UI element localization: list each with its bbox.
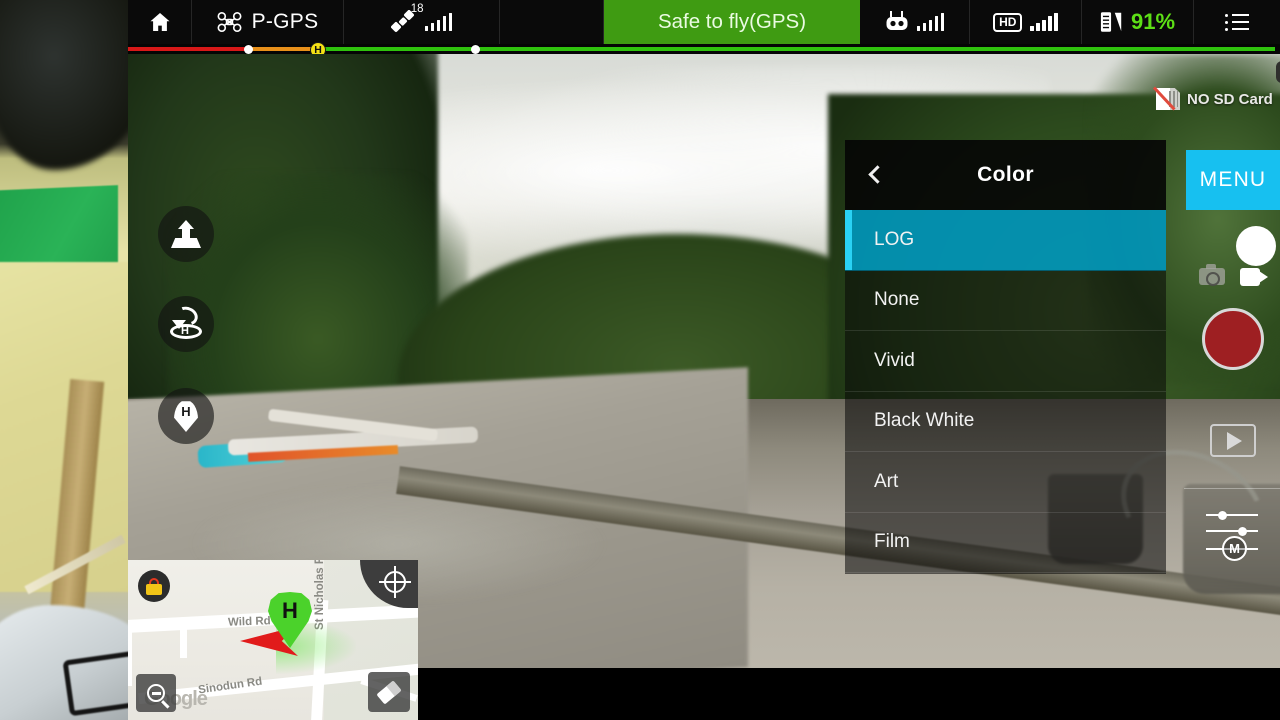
remote-signal[interactable] [860, 0, 970, 44]
color-option-label: Black White [874, 410, 975, 432]
gps-status[interactable]: 18 [344, 0, 500, 44]
return-to-home-icon: H [169, 303, 203, 339]
color-option-label: Vivid [874, 349, 915, 371]
no-sd-card-label: NO SD Card [1187, 90, 1273, 108]
color-option-film[interactable]: Film [845, 513, 1166, 573]
satellite-group: 18 [390, 3, 424, 34]
rail-divider [1184, 488, 1280, 489]
strip-segment-critical [128, 47, 245, 51]
slider-knob-1 [1218, 510, 1227, 520]
color-option-black-white[interactable]: Black White [845, 392, 1166, 452]
mini-map[interactable]: Wild Rd Sinodun Rd St Nicholas Rd H Goog… [128, 560, 418, 720]
photo-video-toggle[interactable] [1186, 226, 1280, 288]
color-option-vivid[interactable]: Vivid [845, 331, 1166, 392]
flight-status-text: Safe to fly(GPS) [657, 10, 807, 33]
home-point-button[interactable]: H [158, 388, 214, 444]
color-option-label: None [874, 289, 920, 311]
slider-track-2 [1206, 530, 1258, 532]
battery-icon [1100, 12, 1122, 32]
record-button[interactable] [1202, 308, 1264, 370]
topbar-spacer [500, 0, 604, 44]
home-button[interactable] [128, 0, 192, 44]
color-panel-back-button[interactable] [855, 152, 899, 196]
eraser-icon [376, 679, 402, 705]
home-icon [150, 13, 169, 31]
home-pin-label: H [181, 404, 191, 419]
remote-controller-icon [886, 11, 908, 30]
map-road [128, 626, 132, 686]
slider-knob-2 [1238, 526, 1247, 536]
crosshair-target-icon [379, 566, 411, 598]
map-home-marker: H [268, 592, 312, 648]
map-lock-button[interactable] [138, 570, 170, 602]
color-option-label: Art [874, 470, 899, 492]
camera-settings-button[interactable]: M [1204, 508, 1264, 564]
sd-card-slash-icon [1152, 86, 1180, 111]
playback-button[interactable] [1210, 424, 1256, 457]
flight-status-banner[interactable]: Safe to fly(GPS) [604, 0, 860, 44]
color-option-log[interactable]: LOG [845, 210, 1166, 271]
map-clear-button[interactable] [368, 672, 410, 712]
color-panel-title: Color [977, 163, 1034, 186]
strip-marker-a [244, 44, 253, 54]
battery-status[interactable]: 91% [1082, 0, 1194, 44]
bottom-black-bar [418, 668, 1280, 720]
background-green-paper [0, 185, 118, 273]
strip-marker-b [471, 44, 480, 54]
menu-button[interactable]: MENU [1186, 150, 1280, 210]
color-panel-header: Color [845, 140, 1166, 210]
strip-segment-normal [317, 47, 1275, 51]
hd-badge: HD [993, 12, 1023, 32]
battery-progress-strip[interactable]: H [128, 42, 1280, 58]
map-zoom-out-button[interactable] [136, 674, 176, 712]
toggle-knob[interactable] [1236, 226, 1276, 266]
drone-icon [217, 11, 242, 33]
chevron-left-icon [867, 164, 887, 184]
no-sd-card-indicator: NO SD Card [1152, 86, 1273, 111]
remote-signal-bars [916, 13, 945, 31]
battery-percent: 91% [1130, 9, 1176, 34]
satellite-count: 18 [410, 3, 424, 15]
hd-signal-bars [1030, 13, 1058, 31]
zoom-out-magnifier-icon [147, 684, 165, 702]
main-menu-button[interactable] [1194, 0, 1280, 44]
lock-icon [146, 577, 162, 595]
video-downlink-signal[interactable]: HD [970, 0, 1082, 44]
device-screen: P-GPS 18 Safe to fly(GPS) HD 91% H NO SD… [128, 0, 1280, 720]
camera-photo-icon[interactable] [1199, 264, 1225, 286]
map-home-marker-label: H [282, 598, 298, 623]
camera-control-rail: MENU M [1184, 150, 1280, 590]
home-pin-icon: H [174, 400, 198, 432]
gps-signal-bars [424, 13, 453, 31]
flight-mode-button[interactable]: P-GPS [192, 0, 344, 44]
list-menu-icon [1225, 13, 1249, 31]
strip-segment-low [245, 47, 317, 51]
color-settings-panel: Color LOG None Vivid Black White Art Fil… [845, 140, 1166, 574]
top-status-bar: P-GPS 18 Safe to fly(GPS) HD 91% [128, 0, 1280, 44]
color-option-none[interactable]: None [845, 271, 1166, 331]
playback-play-icon [1227, 431, 1242, 450]
color-option-art[interactable]: Art [845, 452, 1166, 513]
takeoff-button[interactable] [158, 206, 214, 262]
video-camera-icon[interactable] [1240, 268, 1268, 286]
menu-button-label: MENU [1199, 168, 1267, 191]
slider-track-1 [1206, 514, 1258, 516]
capacity-badge: --/-- [1276, 61, 1280, 83]
color-option-label: LOG [874, 228, 915, 250]
flight-mode-label: P-GPS [251, 10, 319, 33]
screenshot-root: P-GPS 18 Safe to fly(GPS) HD 91% H NO SD… [0, 0, 1280, 720]
map-road [180, 622, 187, 658]
takeoff-icon [171, 220, 201, 248]
color-option-label: Film [874, 531, 910, 553]
return-to-home-button[interactable]: H [158, 296, 214, 352]
exposure-mode-badge: M [1222, 536, 1247, 561]
